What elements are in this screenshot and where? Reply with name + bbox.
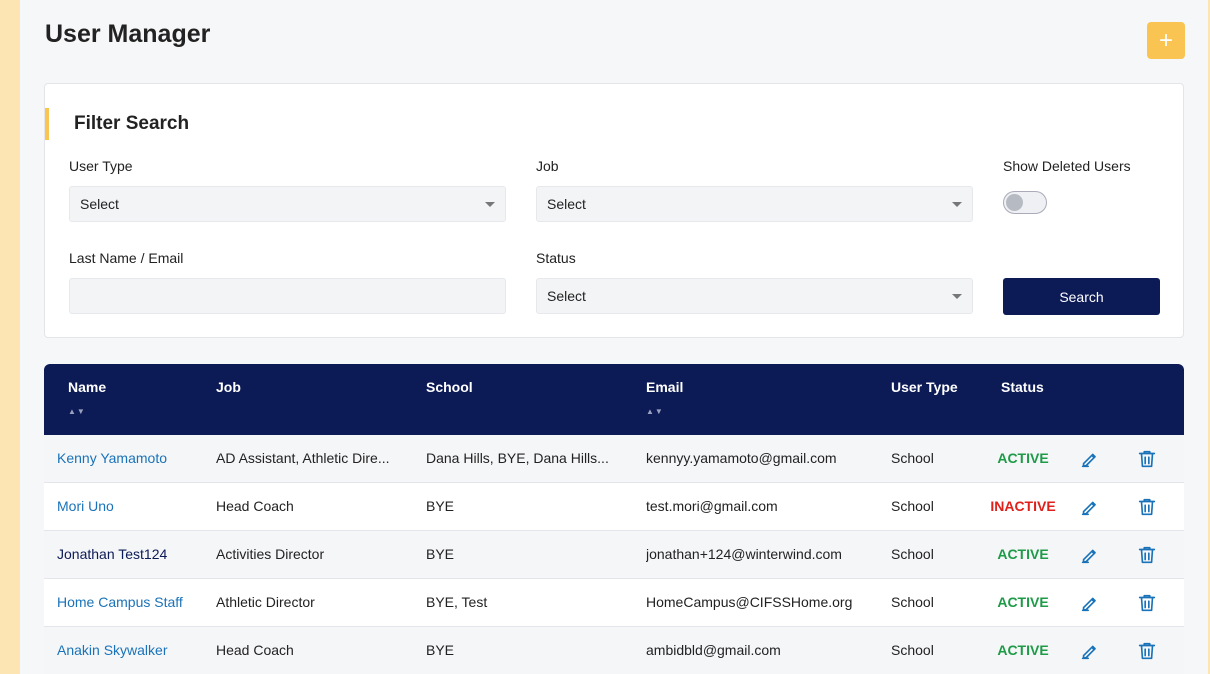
column-header-user-type: User Type: [891, 379, 958, 395]
column-header-name[interactable]: Name: [68, 379, 106, 395]
job-label: Job: [536, 158, 559, 174]
job-cell: Head Coach: [216, 642, 294, 658]
table-header: Name ▲▼ Job School Email ▲▼ User Type St…: [44, 364, 1184, 435]
school-cell: Dana Hills, BYE, Dana Hills...: [426, 450, 609, 466]
last-name-email-input[interactable]: [69, 278, 506, 314]
user-type-cell: School: [891, 498, 934, 514]
column-header-school: School: [426, 379, 473, 395]
user-name-link[interactable]: Jonathan Test124: [57, 531, 207, 578]
status-badge: ACTIVE: [997, 450, 1049, 466]
pencil-icon[interactable]: [1079, 544, 1101, 566]
caret-down-icon: [952, 294, 962, 299]
pencil-icon[interactable]: [1079, 448, 1101, 470]
sort-icon[interactable]: ▲▼: [68, 407, 86, 416]
trash-icon[interactable]: [1136, 496, 1158, 518]
toggle-knob: [1006, 194, 1023, 211]
status-badge: ACTIVE: [997, 546, 1049, 562]
trash-icon[interactable]: [1136, 640, 1158, 662]
school-cell: BYE: [426, 642, 455, 658]
column-header-email[interactable]: Email: [646, 379, 683, 395]
user-type-cell: School: [891, 450, 934, 466]
caret-down-icon: [952, 202, 962, 207]
left-sidebar-strip: [0, 0, 20, 674]
show-deleted-toggle[interactable]: [1003, 191, 1047, 214]
pencil-icon[interactable]: [1079, 496, 1101, 518]
job-cell: Athletic Director: [216, 594, 315, 610]
email-cell: HomeCampus@CIFSSHome.org: [646, 594, 853, 610]
status-label: Status: [536, 250, 576, 266]
user-type-cell: School: [891, 594, 934, 610]
job-cell: AD Assistant, Athletic Dire...: [216, 450, 390, 466]
column-header-job: Job: [216, 379, 241, 395]
user-name-link[interactable]: Kenny Yamamoto: [57, 435, 207, 482]
user-type-select-value: Select: [80, 196, 119, 212]
filter-card: Filter Search User Type Select Job Selec…: [44, 83, 1184, 338]
job-cell: Activities Director: [216, 546, 325, 562]
users-table: Name ▲▼ Job School Email ▲▼ User Type St…: [44, 364, 1184, 674]
job-select-value: Select: [547, 196, 586, 212]
column-header-status: Status: [1001, 379, 1044, 395]
show-deleted-label: Show Deleted Users: [1003, 158, 1131, 174]
pencil-icon[interactable]: [1079, 592, 1101, 614]
caret-down-icon: [485, 202, 495, 207]
email-cell: test.mori@gmail.com: [646, 498, 778, 514]
user-name-link[interactable]: Anakin Skywalker: [57, 627, 207, 674]
user-name-link[interactable]: Mori Uno: [57, 483, 207, 530]
email-cell: kennyy.yamamoto@gmail.com: [646, 450, 837, 466]
pencil-icon[interactable]: [1079, 640, 1101, 662]
filter-title: Filter Search: [45, 108, 189, 140]
status-select-value: Select: [547, 288, 586, 304]
sort-icon[interactable]: ▲▼: [646, 407, 664, 416]
search-button[interactable]: Search: [1003, 278, 1160, 315]
user-type-cell: School: [891, 546, 934, 562]
email-cell: ambidbld@gmail.com: [646, 642, 781, 658]
school-cell: BYE, Test: [426, 594, 488, 610]
table-body: Kenny Yamamoto AD Assistant, Athletic Di…: [44, 435, 1184, 674]
job-select[interactable]: Select: [536, 186, 973, 222]
last-name-email-label: Last Name / Email: [69, 250, 184, 266]
user-type-cell: School: [891, 642, 934, 658]
email-cell: jonathan+124@winterwind.com: [646, 546, 842, 562]
main-content: User Manager + Filter Search User Type S…: [20, 0, 1208, 674]
user-type-select[interactable]: Select: [69, 186, 506, 222]
status-badge: ACTIVE: [997, 642, 1049, 658]
school-cell: BYE: [426, 546, 455, 562]
user-name-link[interactable]: Home Campus Staff: [57, 579, 207, 626]
table-row: Anakin Skywalker Head Coach BYE ambidbld…: [44, 627, 1184, 674]
school-cell: BYE: [426, 498, 455, 514]
table-row: Mori Uno Head Coach BYE test.mori@gmail.…: [44, 483, 1184, 531]
user-type-label: User Type: [69, 158, 133, 174]
trash-icon[interactable]: [1136, 592, 1158, 614]
trash-icon[interactable]: [1136, 544, 1158, 566]
status-badge: INACTIVE: [990, 498, 1056, 514]
table-row: Kenny Yamamoto AD Assistant, Athletic Di…: [44, 435, 1184, 483]
page-title: User Manager: [45, 20, 211, 48]
add-user-button[interactable]: +: [1147, 22, 1185, 59]
status-select[interactable]: Select: [536, 278, 973, 314]
table-row: Home Campus Staff Athletic Director BYE,…: [44, 579, 1184, 627]
status-badge: ACTIVE: [997, 594, 1049, 610]
trash-icon[interactable]: [1136, 448, 1158, 470]
table-row: Jonathan Test124 Activities Director BYE…: [44, 531, 1184, 579]
job-cell: Head Coach: [216, 498, 294, 514]
